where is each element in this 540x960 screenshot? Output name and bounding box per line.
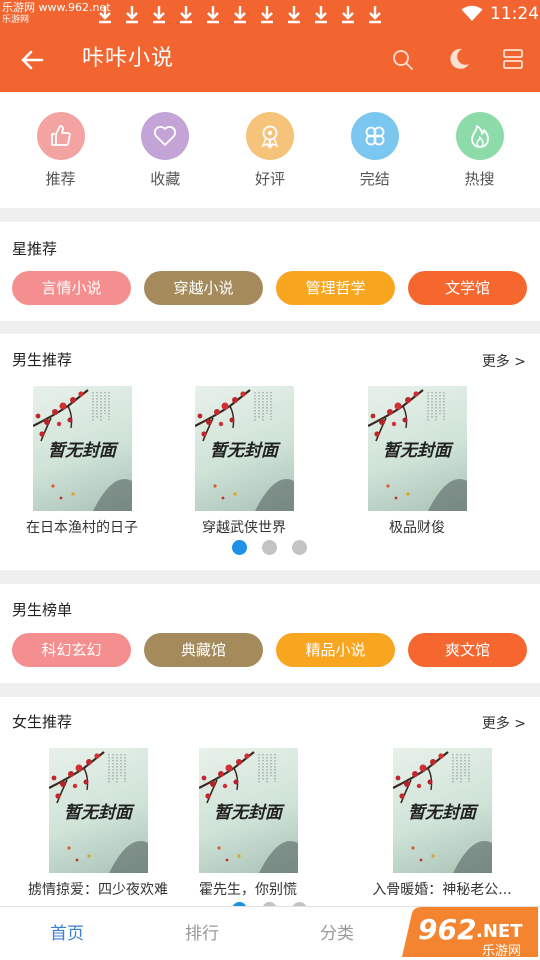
app-bar: 咔咔小说 [0,28,540,92]
status-site-label: 乐游网 www.962.net [2,1,111,14]
page-title: 咔咔小说 [82,46,175,71]
tag-premium-novels[interactable]: 精品小说 [276,633,395,667]
book-title: 极品财俊 [389,520,445,536]
book-card[interactable]: 暂无封面 穿越武侠世界 [159,386,329,537]
book-title: 掳情掠爱：四少夜欢难 [28,882,168,898]
download-icon [369,6,381,24]
cover-placeholder-text: 暂无封面 [408,803,476,823]
download-icon [342,6,354,24]
book-title: 霍先生，你别慌 [199,882,297,898]
carousel-pagination [232,540,307,555]
star-recommend-section: 星推荐 言情小说 穿越小说 管理哲学 文学馆 [0,222,540,321]
book-cover: 暂无封面 [194,386,294,511]
page-dot[interactable] [262,540,277,555]
quick-nav-label: 收藏 [150,170,181,188]
tag-literature-hall[interactable]: 文学馆 [408,271,527,305]
quick-nav-good-reviews[interactable]: 好评 [223,92,318,208]
wifi-icon [461,5,483,21]
book-title: 入骨暖婚：神秘老公... [372,882,512,898]
tab-ranking[interactable]: 排行 [185,923,219,945]
back-arrow-icon[interactable] [18,46,46,74]
status-bar: 乐游网 www.962.net 乐游网 11:24 [0,0,540,28]
cover-placeholder-text: 暂无封面 [383,441,451,461]
book-card[interactable]: 暂无封面 入骨暖婚：神秘老公... [357,748,527,899]
quick-nav-completed[interactable]: 完结 [327,92,422,208]
download-icon [288,6,300,24]
book-card[interactable]: 暂无封面 霍先生，你别慌 [163,748,333,899]
book-title: 在日本渔村的日子 [26,520,138,536]
quick-nav-label: 热搜 [464,170,495,188]
tab-categories[interactable]: 分类 [320,923,354,945]
book-title: 穿越武侠世界 [202,520,286,536]
cover-placeholder-text: 暂无封面 [48,441,116,461]
award-badge-icon [261,125,279,150]
book-cover: 暂无封面 [367,386,467,511]
nav-circle [36,112,85,160]
heart-icon [154,125,177,146]
quick-nav-label: 推荐 [45,170,76,188]
download-icon [99,6,111,24]
tag-scifi-fantasy[interactable]: 科幻玄幻 [12,633,131,667]
more-link[interactable]: 更多 > [482,352,526,372]
flame-icon [470,125,489,148]
page-dot-active[interactable] [232,540,247,555]
more-link[interactable]: 更多 > [482,714,526,734]
book-cover: 暂无封面 [32,386,132,511]
male-recommend-section: 男生推荐 更多 > 暂无封面 在日本渔村的日子 暂无封面 穿越武侠世界 暂无封面… [0,334,540,570]
search-icon[interactable] [390,47,416,73]
quick-nav-recommend[interactable]: 推荐 [13,92,108,208]
section-title: 男生榜单 [12,601,73,619]
tag-romance[interactable]: 言情小说 [12,271,131,305]
tag-time-travel[interactable]: 穿越小说 [144,271,263,305]
tag-management-philosophy[interactable]: 管理哲学 [276,271,395,305]
tag-row: 言情小说 穿越小说 管理哲学 文学馆 [12,271,527,305]
book-cover: 暂无封面 [198,748,298,873]
svg-text:.NET: .NET [476,921,523,942]
section-title: 男生推荐 [12,351,73,369]
quick-nav-label: 完结 [359,170,390,188]
cover-placeholder-text: 暂无封面 [210,441,278,461]
book-card[interactable]: 暂无封面 掳情掠爱：四少夜欢难 [13,748,183,899]
clover-icon [365,126,385,146]
tag-collection-hall[interactable]: 典藏馆 [144,633,263,667]
download-icon [315,6,327,24]
book-cover: 暂无封面 [392,748,492,873]
cover-placeholder-text: 暂无封面 [214,803,282,823]
svg-text:乐游网: 乐游网 [482,944,521,959]
section-title: 星推荐 [12,240,58,258]
cover-placeholder-text: 暂无封面 [64,803,132,823]
svg-text:962: 962 [418,913,476,946]
download-notifications [96,4,384,24]
nav-circle [455,112,504,160]
download-icon [261,6,273,24]
status-site-short: 乐游网 [2,15,30,25]
book-card[interactable]: 暂无封面 在日本渔村的日子 [0,386,167,537]
night-mode-moon-icon[interactable] [446,46,472,72]
nav-circle [350,112,399,160]
female-recommend-section: 女生推荐 更多 > 暂无封面 掳情掠爱：四少夜欢难 暂无封面 霍先生，你别慌 暂… [0,697,540,906]
download-icon [180,6,192,24]
quick-nav: 推荐 收藏 好评 完结 热搜 [0,92,540,208]
status-time: 11:24 [490,4,539,24]
male-rank-section: 男生榜单 科幻玄幻 典藏馆 精品小说 爽文馆 [0,584,540,683]
download-icon [153,6,165,24]
tag-thrill-hall[interactable]: 爽文馆 [408,633,527,667]
tag-row: 科幻玄幻 典藏馆 精品小说 爽文馆 [12,633,527,667]
tab-home[interactable]: 首页 [50,923,84,945]
book-card[interactable]: 暂无封面 极品财俊 [332,386,502,537]
page-dot[interactable] [292,540,307,555]
download-icon [207,6,219,24]
book-cover: 暂无封面 [48,748,148,873]
nav-circle [246,112,294,160]
962-site-watermark-logo: 962 .NET 乐游网 [402,907,538,959]
quick-nav-hot-search[interactable]: 热搜 [432,92,527,208]
quick-nav-favorites[interactable]: 收藏 [118,92,213,208]
nav-circle [141,112,190,160]
bookshelf-icon[interactable] [500,46,526,72]
download-icon [234,6,246,24]
section-title: 女生推荐 [12,713,73,731]
thumbs-up-icon [50,125,71,146]
quick-nav-label: 好评 [254,170,285,188]
download-icon [126,6,138,24]
